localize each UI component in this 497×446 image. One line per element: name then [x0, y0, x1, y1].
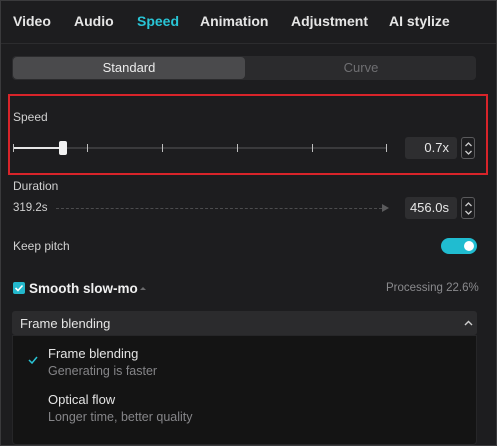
speed-tick [87, 144, 88, 152]
smooth-slowmo-label[interactable]: Smooth slow-mo [29, 281, 138, 296]
speed-slider-fill [13, 147, 63, 149]
duration-value-input[interactable]: 456.0s [405, 197, 457, 219]
keep-pitch-label: Keep pitch [13, 239, 70, 253]
tab-ai-stylize[interactable]: AI stylize [389, 13, 450, 29]
duration-label: Duration [13, 179, 59, 193]
caret-up-icon[interactable] [139, 285, 147, 291]
keep-pitch-toggle[interactable] [441, 238, 477, 254]
frame-method-dropdown[interactable]: Frame blending [12, 311, 477, 335]
tab-bar: Video Audio Speed Animation Adjustment A… [1, 1, 496, 44]
dropdown-selected-value: Frame blending [20, 316, 111, 331]
smooth-slowmo-checkbox[interactable] [13, 282, 25, 294]
segment-standard[interactable]: Standard [13, 57, 245, 79]
speed-tick [312, 144, 313, 152]
segment-curve[interactable]: Curve [246, 56, 476, 80]
menu-item-subtitle: Generating is faster [48, 364, 158, 378]
frame-method-menu: Frame blending Generating is faster Opti… [12, 335, 477, 445]
speed-label: Speed [13, 110, 48, 124]
speed-slider-track[interactable] [13, 147, 386, 149]
tab-speed[interactable]: Speed [137, 13, 179, 29]
duration-original: 319.2s [13, 202, 48, 214]
checkmark-icon [14, 284, 24, 292]
menu-item-frame-blending[interactable]: Frame blending Generating is faster [13, 340, 476, 384]
chevron-up-icon [464, 320, 473, 326]
duration-stepper[interactable] [461, 197, 475, 219]
speed-slider-thumb[interactable] [59, 141, 67, 155]
duration-dashed-line [56, 208, 382, 209]
stepper-arrows-icon [465, 202, 472, 215]
tab-audio[interactable]: Audio [74, 13, 114, 29]
menu-item-title: Optical flow [48, 392, 116, 407]
menu-item-title: Frame blending [48, 346, 139, 361]
processing-status: Processing 22.6% [386, 282, 479, 294]
speed-highlight-box [8, 94, 488, 175]
toggle-knob [464, 241, 474, 251]
menu-item-subtitle: Longer time, better quality [48, 410, 193, 424]
speed-value-input[interactable]: 0.7x [405, 137, 457, 159]
tab-video[interactable]: Video [13, 13, 51, 29]
speed-tick [386, 144, 387, 152]
speed-tick [162, 144, 163, 152]
speed-tick [237, 144, 238, 152]
speed-stepper[interactable] [461, 137, 475, 159]
speed-panel: Video Audio Speed Animation Adjustment A… [0, 0, 497, 446]
speed-tick [13, 144, 14, 152]
check-icon [28, 356, 38, 364]
mode-segmented-control: Standard Curve [12, 56, 476, 80]
stepper-arrows-icon [465, 142, 472, 155]
tab-adjustment[interactable]: Adjustment [291, 13, 368, 29]
tab-animation[interactable]: Animation [200, 13, 268, 29]
menu-item-optical-flow[interactable]: Optical flow Longer time, better quality [13, 386, 476, 430]
arrow-right-icon [382, 204, 389, 212]
